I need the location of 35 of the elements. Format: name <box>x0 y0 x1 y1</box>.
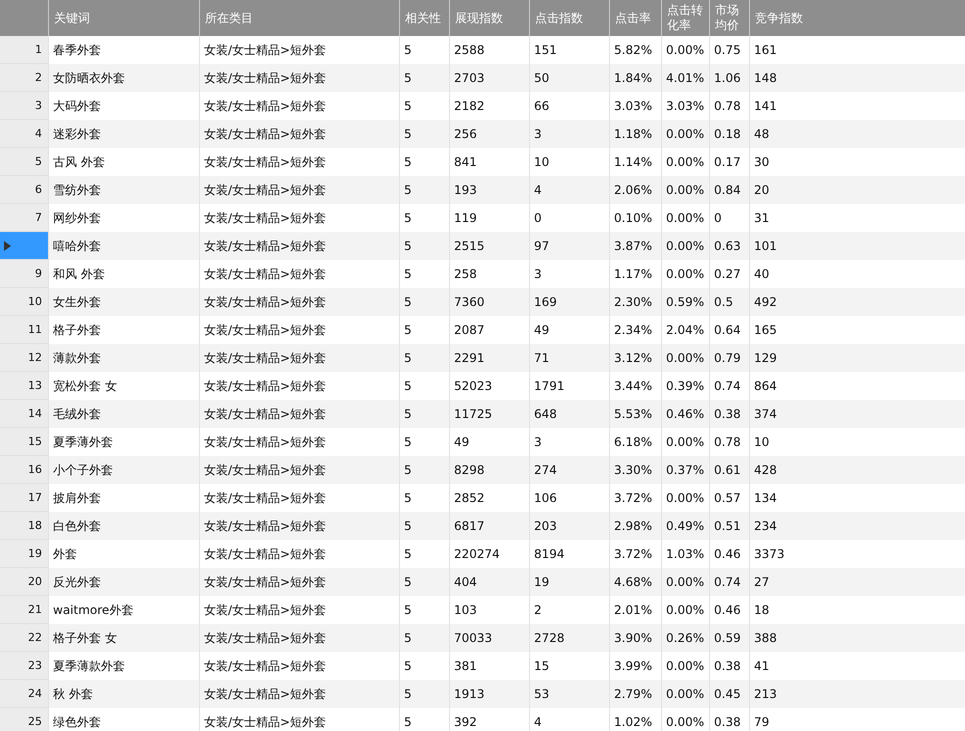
row-header[interactable]: 21 <box>0 596 48 624</box>
row-header[interactable]: 6 <box>0 176 48 204</box>
table-cell: 0.00% <box>661 708 709 731</box>
row-header[interactable]: 12 <box>0 344 48 372</box>
row-pointer-icon <box>4 240 11 250</box>
row-header[interactable]: 1 <box>0 36 48 64</box>
table-cell: 392 <box>449 708 529 731</box>
row-header[interactable]: 10 <box>0 288 48 316</box>
row-header[interactable]: 4 <box>0 120 48 148</box>
row-header[interactable]: 13 <box>0 372 48 400</box>
row-header[interactable]: 7 <box>0 204 48 232</box>
row-header[interactable]: 11 <box>0 316 48 344</box>
row-header[interactable]: 25 <box>0 708 48 731</box>
row-header[interactable]: 5 <box>0 148 48 176</box>
row-header[interactable]: 17 <box>0 484 48 512</box>
row-header[interactable]: 19 <box>0 540 48 568</box>
row-header[interactable]: 20 <box>0 568 48 596</box>
row-header[interactable]: 14 <box>0 400 48 428</box>
row-header[interactable]: 18 <box>0 512 48 540</box>
row-header[interactable]: 22 <box>0 624 48 652</box>
table-cell: 5 <box>399 708 449 731</box>
table-cell: 4 <box>529 708 609 731</box>
table-cell: 79 <box>749 708 965 731</box>
table-cell: 0.38 <box>709 708 749 731</box>
table-cell: 女装/女士精品>短外套 <box>199 708 399 731</box>
row-header[interactable] <box>0 232 48 260</box>
row-header[interactable]: 23 <box>0 652 48 680</box>
table-cell: 绿色外套 <box>48 708 199 731</box>
row-header[interactable]: 2 <box>0 64 48 92</box>
row-header[interactable]: 15 <box>0 428 48 456</box>
row-header[interactable]: 9 <box>0 260 48 288</box>
table-cell: 1.02% <box>609 708 661 731</box>
row-header[interactable]: 16 <box>0 456 48 484</box>
row-header[interactable]: 24 <box>0 680 48 708</box>
row-header[interactable]: 3 <box>0 92 48 120</box>
